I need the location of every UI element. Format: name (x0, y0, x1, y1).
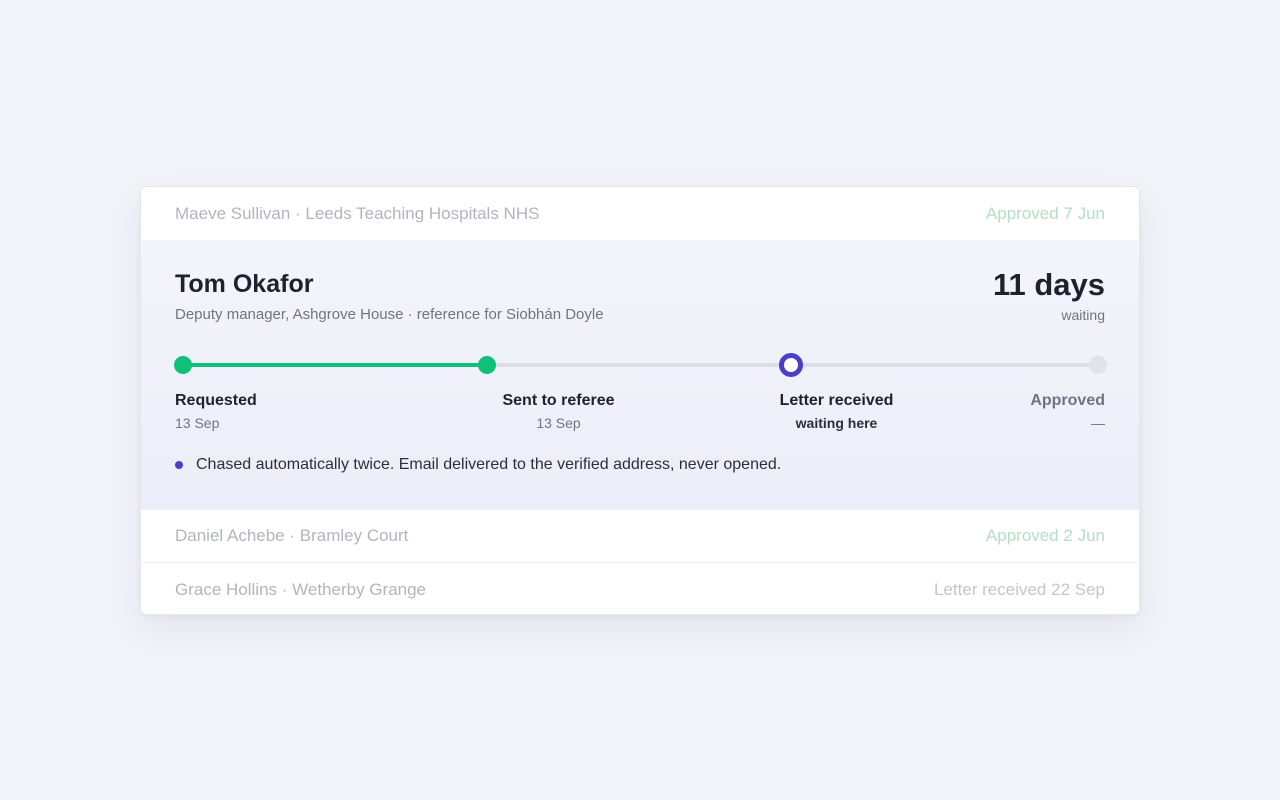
step-letter-received-status: waiting here (795, 415, 878, 431)
step-approved-marker (1089, 356, 1107, 374)
referee-name: Tom Okafor (175, 270, 314, 298)
step-requested-label: Requested (175, 392, 257, 409)
reference-row-title: Daniel Achebe · Bramley Court (175, 526, 409, 545)
step-requested-marker (174, 356, 192, 374)
activity-note: Chased automatically twice. Email delive… (175, 456, 781, 474)
step-sent-marker (478, 356, 496, 374)
waiting-days-label: waiting (1061, 307, 1105, 323)
step-sent-date: 13 Sep (536, 415, 581, 431)
referee-details: Deputy manager, Ashgrove House · referen… (175, 306, 604, 323)
reference-row-title: Maeve Sullivan · Leeds Teaching Hospital… (175, 203, 540, 223)
progress-track (183, 363, 1098, 367)
step-sent-label: Sent to referee (502, 392, 615, 409)
references-card: Maeve Sullivan · Leeds Teaching Hospital… (140, 186, 1140, 615)
reference-row-status: Approved 2 Jun (985, 526, 1105, 545)
note-bullet-icon (175, 461, 183, 469)
reference-row-status: Approved 7 Jun (985, 203, 1105, 223)
reference-row[interactable]: Maeve Sullivan · Leeds Teaching Hospital… (141, 187, 1139, 240)
waiting-days-count: 11 days (992, 267, 1105, 302)
step-letter-received-label: Letter received (779, 392, 894, 409)
expanded-reference-panel[interactable]: Tom Okafor Deputy manager, Ashgrove Hous… (141, 240, 1139, 510)
step-approved-label: Approved (1030, 392, 1105, 409)
reference-row-status: Letter received 22 Sep (933, 579, 1105, 599)
step-requested-date: 13 Sep (175, 415, 220, 431)
step-letter-received-marker (779, 353, 803, 377)
reference-row[interactable]: Daniel Achebe · Bramley Court Approved 2… (141, 510, 1139, 563)
step-approved-date: — (1091, 415, 1105, 431)
reference-row[interactable]: Grace Hollins · Wetherby Grange Letter r… (141, 563, 1139, 614)
activity-note-text: Chased automatically twice. Email delive… (196, 456, 782, 473)
reference-row-title: Grace Hollins · Wetherby Grange (175, 579, 427, 599)
progress-fill (183, 363, 485, 367)
